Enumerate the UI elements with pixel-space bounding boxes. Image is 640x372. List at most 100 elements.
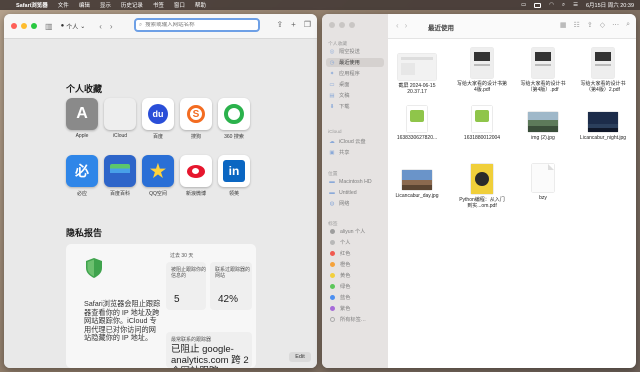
- file-item[interactable]: 1631880012004: [457, 106, 507, 141]
- start-page: 个人收藏 A Apple iCloud du 百度 S 搜狗 360 搜索 必 …: [4, 39, 317, 368]
- weibo-logo-icon: [187, 164, 205, 178]
- more-icon[interactable]: ⋯: [612, 21, 619, 29]
- menu-window[interactable]: 窗口: [174, 1, 185, 9]
- favorite-sogou[interactable]: S 搜狗: [179, 98, 213, 140]
- sidebar-locations-head: 位置: [328, 172, 338, 177]
- 360-tile-icon: [218, 98, 250, 130]
- group-icon[interactable]: ☷: [574, 21, 580, 29]
- privacy-description: Safari浏览器会阻止跟踪器查看你的 IP 地址及跨网站跟踪你。iCloud …: [84, 299, 161, 343]
- tag-icon[interactable]: ◇: [600, 21, 605, 29]
- menu-history[interactable]: 历史记录: [121, 1, 143, 9]
- favorite-label: 百度百科: [109, 191, 130, 197]
- file-item[interactable]: 截屏 2024-06-15 20.37.17: [392, 48, 442, 95]
- file-item[interactable]: Licancabur_day.jpg: [392, 164, 442, 199]
- favorite-icloud[interactable]: iCloud: [103, 98, 137, 139]
- tab-overview-icon[interactable]: ❐: [304, 20, 311, 29]
- sidebar-tag-blue[interactable]: 蓝色: [326, 293, 384, 302]
- sidebar-tag-yellow[interactable]: 黄色: [326, 271, 384, 280]
- sidebar-item-desktop[interactable]: ▭ 桌面: [326, 80, 384, 89]
- sidebar-all-tags[interactable]: 所有标签…: [326, 315, 384, 324]
- edit-button[interactable]: Edit: [289, 352, 311, 362]
- file-name: 写给大家看的设计书第4版.pdf: [457, 81, 508, 93]
- sidebar-item-network[interactable]: ◍ 网络: [326, 199, 384, 208]
- menu-clock[interactable]: 6月15日 周六 20:39: [586, 1, 634, 9]
- file-item[interactable]: img (2).jpg: [518, 106, 568, 141]
- sidebar-item-shared[interactable]: ▣ 共享: [326, 148, 384, 157]
- share-icon[interactable]: ⇪: [276, 20, 283, 29]
- finder-minimize-icon[interactable]: [339, 22, 345, 28]
- sidebar-tag-aliyun[interactable]: aliyun 个人: [326, 227, 384, 236]
- forward-icon[interactable]: ›: [110, 22, 113, 31]
- new-tab-icon[interactable]: +: [291, 20, 296, 29]
- back-icon[interactable]: ‹: [99, 22, 102, 31]
- sidebar-tag-orange[interactable]: 橙色: [326, 260, 384, 269]
- menu-app-name[interactable]: Safari浏览器: [16, 1, 48, 9]
- sidebar-item-downloads[interactable]: ⬇ 下载: [326, 102, 384, 111]
- sidebar-tags-head: 标签: [328, 222, 338, 227]
- sidebar-tag-red[interactable]: 红色: [326, 249, 384, 258]
- address-input[interactable]: [142, 22, 258, 28]
- sidebar-item-recents[interactable]: ◷ 最近使用: [326, 58, 384, 67]
- favorite-linkedin[interactable]: in 领英: [217, 155, 251, 197]
- file-item[interactable]: 写给大家看的设计书第4版.pdf: [457, 48, 507, 93]
- sidebar-item-airdrop[interactable]: ◎ 隔空投送: [326, 47, 384, 56]
- back-icon[interactable]: ‹: [396, 21, 405, 30]
- control-center-icon[interactable]: ☰: [573, 2, 578, 8]
- menu-help[interactable]: 帮助: [195, 1, 206, 9]
- file-item[interactable]: 写给大家看的设计书（第4版）2.pdf: [578, 48, 628, 93]
- screen-mirror-icon[interactable]: ▭: [521, 2, 526, 8]
- sidebar-item-macintosh-hd[interactable]: ▬ Macintosh HD: [326, 177, 384, 186]
- sidebar-item-label: Macintosh HD: [339, 178, 372, 185]
- tag-dot-icon: [330, 240, 335, 245]
- apple-tile-icon: A: [66, 98, 98, 130]
- sidebar-tag-personal[interactable]: 个人: [326, 238, 384, 247]
- search-icon[interactable]: ⌕: [562, 2, 565, 9]
- safari-window: ▥ ● 个人 ⌄ ‹ › ⌕ ⇪ + ❐ 个人收藏 A Apple iCloud: [4, 14, 317, 368]
- file-item[interactable]: Licancabur_night.jpg: [578, 106, 628, 141]
- file-name: Licancabur_day.jpg: [395, 193, 439, 199]
- favorite-baidu-baike[interactable]: 百度百科: [103, 155, 137, 197]
- file-item[interactable]: bzy: [518, 164, 568, 201]
- favorite-bing[interactable]: 必 必应: [65, 155, 99, 197]
- search-icon[interactable]: ⌕: [626, 21, 630, 29]
- zoom-window-icon[interactable]: [31, 23, 37, 29]
- profile-menu[interactable]: ● 个人 ⌄: [61, 22, 86, 31]
- file-item[interactable]: 写给大家看的设计书（第4版）.pdf: [518, 48, 568, 93]
- sidebar-tag-purple[interactable]: 紫色: [326, 304, 384, 313]
- menu-edit[interactable]: 编辑: [79, 1, 90, 9]
- sidebar-toggle-icon[interactable]: ▥: [45, 22, 53, 31]
- menu-view[interactable]: 显示: [100, 1, 111, 9]
- sogou-logo-icon: S: [187, 105, 205, 123]
- minimize-window-icon[interactable]: [21, 23, 27, 29]
- file-item[interactable]: Python编程：从入门到实...om.pdf: [457, 164, 507, 209]
- wifi-icon[interactable]: ◠: [549, 2, 554, 8]
- top-tracker-box: 最常联系的跟踪器 已阻止 google-analytics.com 跨 2 个网…: [166, 332, 252, 368]
- sidebar-item-untitled[interactable]: ▬ Untitled: [326, 188, 384, 197]
- finder-close-icon[interactable]: [329, 22, 335, 28]
- favorite-weibo[interactable]: 新浪微博: [179, 155, 213, 197]
- sidebar-item-icloud-drive[interactable]: ☁ iCloud 云盘: [326, 137, 384, 146]
- address-bar[interactable]: ⌕: [134, 18, 260, 32]
- sidebar-tag-green[interactable]: 绿色: [326, 282, 384, 291]
- view-mode-icon[interactable]: ▦: [560, 21, 567, 29]
- share-icon[interactable]: ⇪: [587, 21, 593, 29]
- favorite-baidu[interactable]: du 百度: [141, 98, 175, 140]
- file-item[interactable]: 1638330627820...: [392, 106, 442, 141]
- favorite-label: QQ空间: [149, 191, 167, 197]
- sidebar-item-label: aliyun 个人: [340, 229, 366, 235]
- sidebar-item-label: 隔空投送: [339, 49, 360, 55]
- sidebar-item-applications[interactable]: ✦ 应用程序: [326, 69, 384, 78]
- forward-icon[interactable]: ›: [405, 21, 414, 30]
- favorite-360-search[interactable]: 360 搜索: [217, 98, 251, 140]
- close-window-icon[interactable]: [11, 23, 17, 29]
- battery-icon[interactable]: [534, 2, 542, 8]
- menu-bookmarks[interactable]: 书签: [153, 1, 164, 9]
- favorite-apple[interactable]: A Apple: [65, 98, 99, 139]
- finder-zoom-icon[interactable]: [349, 22, 355, 28]
- tag-dot-icon: [330, 295, 335, 300]
- sidebar-item-documents[interactable]: ▤ 文稿: [326, 91, 384, 100]
- privacy-report-card[interactable]: Safari浏览器会阻止跟踪器查看你的 IP 地址及跨网站跟踪你。iCloud …: [66, 244, 256, 368]
- favorite-qzone[interactable]: ★ QQ空间: [141, 155, 175, 197]
- tag-dot-icon: [330, 251, 335, 256]
- menu-file[interactable]: 文件: [58, 1, 69, 9]
